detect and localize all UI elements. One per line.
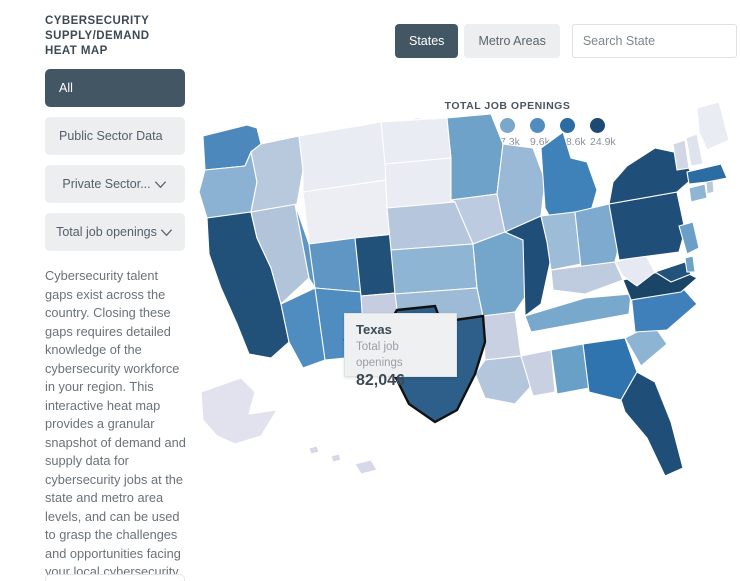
sidebar: CYBERSECURITY SUPPLY/DEMAND HEAT MAP All…	[45, 14, 186, 581]
us-choropleth-map[interactable]	[185, 92, 740, 512]
filter-button-total-job-openings[interactable]: Total job openings	[45, 213, 185, 251]
state-me[interactable]	[696, 101, 730, 151]
view-tab-group: States Metro Areas	[395, 24, 560, 58]
state-ks[interactable]	[390, 243, 478, 295]
state-nj[interactable]	[678, 221, 700, 255]
state-de[interactable]	[684, 255, 696, 273]
toolbar: States Metro Areas	[395, 24, 740, 58]
state-wy[interactable]	[302, 179, 392, 245]
state-mn[interactable]	[446, 113, 504, 201]
tooltip-metric-label: Total job openings	[356, 341, 403, 369]
filter-button-label: All	[59, 81, 73, 95]
state-ct[interactable]	[688, 183, 708, 203]
tooltip-value: 82,046	[356, 372, 405, 389]
map-svg	[198, 101, 730, 477]
state-nd[interactable]	[380, 117, 452, 165]
state-al[interactable]	[550, 343, 590, 395]
heat-map-application: CYBERSECURITY SUPPLY/DEMAND HEAT MAP All…	[0, 0, 740, 581]
description-text: Cybersecurity talent gaps exist across t…	[45, 268, 186, 579]
tooltip-state-name: Texas	[356, 322, 392, 337]
filter-button-list: All Public Sector Data Private Sector... To…	[45, 69, 185, 251]
state-mo[interactable]	[472, 231, 532, 317]
filter-button-all[interactable]: All	[45, 69, 185, 107]
state-ak[interactable]	[200, 377, 279, 445]
map-tooltip: Texas Total job openings 82,046	[344, 313, 457, 389]
state-hi[interactable]	[308, 445, 378, 475]
chevron-down-icon	[159, 225, 174, 240]
page-title: CYBERSECURITY SUPPLY/DEMAND HEAT MAP	[45, 15, 150, 57]
filter-button-label: Public Sector Data	[59, 129, 163, 143]
filter-button-public-sector-data[interactable]: Public Sector Data	[45, 117, 185, 155]
sidebar-bottom-control[interactable]	[45, 574, 185, 581]
state-ar[interactable]	[482, 311, 522, 361]
state-fl[interactable]	[620, 371, 684, 477]
filter-button-label: Total job openings	[56, 225, 157, 239]
tab-metro-areas[interactable]: Metro Areas	[464, 24, 560, 58]
state-id[interactable]	[250, 135, 304, 213]
tab-states[interactable]: States	[395, 24, 459, 58]
search-input[interactable]	[582, 25, 740, 57]
filter-button-private-sector[interactable]: Private Sector...	[45, 165, 185, 203]
filter-button-label: Private Sector...	[62, 177, 151, 191]
state-ma[interactable]	[686, 163, 728, 185]
state-sd[interactable]	[384, 157, 456, 209]
search-box[interactable]	[571, 24, 740, 58]
chevron-down-icon	[153, 177, 168, 192]
